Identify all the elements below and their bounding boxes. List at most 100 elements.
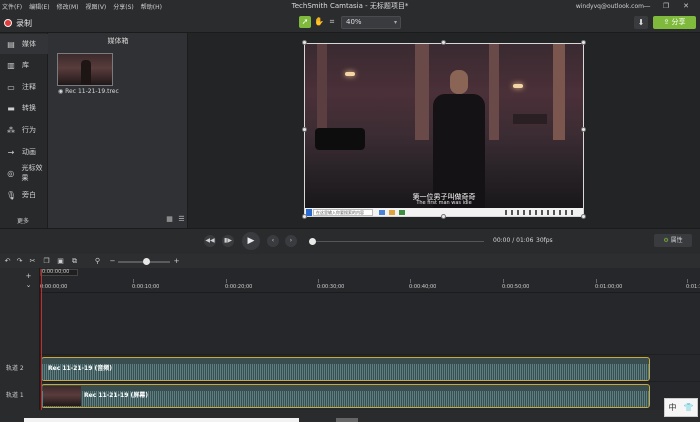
rewind-icon[interactable]: ◀◀ — [204, 235, 216, 247]
list-view-icon[interactable]: ☰ — [177, 215, 186, 224]
track-label: 轨道 2 — [6, 365, 24, 372]
animation-icon: → — [7, 147, 15, 157]
sidebar-item-voice-narration[interactable]: 🎙 旁白 — [0, 185, 48, 205]
share-button[interactable]: ⇪ 分享 — [653, 16, 696, 29]
sidebar-item-annotations[interactable]: ▭ 注释 — [0, 77, 48, 97]
close-button[interactable]: ✕ — [677, 0, 695, 13]
minimize-button[interactable]: — — [638, 0, 656, 13]
redo-icon[interactable]: ↷ — [15, 256, 24, 266]
playhead-line[interactable] — [41, 269, 42, 410]
audio-clip[interactable]: Rec 11-21-19 (音频) — [41, 357, 650, 381]
resize-handle[interactable] — [581, 214, 586, 219]
playhead-time: 0:00:00;00 — [42, 269, 70, 275]
next-icon[interactable]: › — [285, 235, 297, 247]
scrub-track[interactable] — [316, 241, 484, 242]
menu-share[interactable]: 分享(S) — [113, 2, 134, 11]
scrollbar-thumb[interactable] — [336, 418, 358, 422]
resize-handle[interactable] — [302, 127, 307, 132]
more-button[interactable]: 更多 — [17, 216, 29, 225]
grid-view-icon[interactable]: ▦ — [165, 215, 174, 224]
video-preview[interactable]: 第一位男子叫做奇奇 The first man was idle 在这里输入你要… — [304, 43, 584, 217]
sidebar-item-behaviors[interactable]: ⁂ 行为 — [0, 120, 48, 140]
ime-indicator[interactable]: 中 👕 — [664, 398, 698, 417]
maximize-button[interactable]: ❐ — [657, 0, 675, 13]
sidebar-item-transitions[interactable]: ▬ 转换 — [0, 98, 48, 118]
zoom-out-icon[interactable]: − — [108, 256, 117, 266]
sidebar-item-label: 行为 — [22, 126, 36, 134]
search-icon[interactable]: ⚲ — [93, 256, 102, 266]
chevron-down-icon: ▾ — [393, 19, 397, 26]
collapse-tracks-icon[interactable]: ⌄ — [24, 280, 33, 290]
sidebar-item-media[interactable]: ▤ 媒体 — [0, 34, 48, 54]
share-icon: ⇪ — [663, 18, 672, 26]
sidebar-item-library[interactable]: ▥ 库 — [0, 55, 48, 75]
ruler-tick: 0:00:10;00 — [132, 284, 160, 290]
share-label: 分享 — [671, 18, 686, 26]
media-thumbnail[interactable] — [57, 53, 113, 86]
menu-edit[interactable]: 编辑(E) — [29, 2, 49, 11]
resize-handle[interactable] — [441, 40, 446, 45]
resize-handle[interactable] — [441, 214, 446, 219]
pan-tool-icon[interactable]: ✋ — [313, 16, 325, 28]
undo-icon[interactable]: ↶ — [3, 256, 12, 266]
zoom-dropdown[interactable]: 40% ▾ — [341, 16, 401, 29]
play-icon[interactable]: ▶ — [242, 232, 260, 250]
sidebar-item-label: 光标效果 — [21, 164, 43, 182]
download-icon[interactable]: ⬇ — [634, 16, 648, 29]
ruler-tick: 0:00:30;00 — [317, 284, 345, 290]
scrub-handle[interactable] — [309, 238, 316, 245]
menu-modify[interactable]: 修改(M) — [57, 2, 79, 11]
timeline-zoom-handle[interactable] — [143, 258, 150, 265]
track-label: 轨道 1 — [6, 392, 24, 399]
cursor-icon: ◎ — [7, 168, 15, 178]
fps-display: 30fps — [536, 237, 553, 244]
step-back-icon[interactable]: ▮▶ — [222, 235, 234, 247]
menu-view[interactable]: 视图(V) — [85, 2, 106, 11]
sidebar-item-label: 旁白 — [22, 191, 36, 199]
properties-button[interactable]: ⚙ 属性 — [654, 234, 692, 247]
sidebar-item-label: 转换 — [22, 104, 36, 112]
cut-icon[interactable]: ✂ — [28, 256, 37, 266]
sidebar-item-cursor-effects[interactable]: ◎ 光标效果 — [0, 163, 48, 183]
crop-tool-icon[interactable]: ⌗ — [326, 16, 338, 28]
zoom-in-icon[interactable]: + — [172, 256, 181, 266]
taskbar-app-icon — [389, 210, 395, 215]
pillar — [553, 44, 565, 140]
ruler-tick: 0:00:00;00 — [40, 284, 68, 290]
previous-icon[interactable]: ‹ — [267, 235, 279, 247]
ruler-tick: 0:00:50;00 — [502, 284, 530, 290]
library-icon: ▥ — [7, 60, 15, 70]
ruler-tick: 0:00:20;00 — [225, 284, 253, 290]
paste-icon[interactable]: ▣ — [56, 256, 65, 266]
clip-thumbnail — [43, 386, 81, 406]
menu-help[interactable]: 帮助(H) — [141, 2, 162, 11]
resize-handle[interactable] — [581, 40, 586, 45]
sidebar-item-animations[interactable]: → 动画 — [0, 142, 48, 162]
resize-handle[interactable] — [302, 40, 307, 45]
scrollbar-thumb[interactable] — [24, 418, 299, 422]
pillar — [415, 44, 429, 140]
copy-icon[interactable]: ❐ — [42, 256, 51, 266]
transition-icon: ▬ — [7, 103, 15, 113]
split-icon[interactable]: ⧉ — [70, 256, 79, 266]
shirt-icon: 👕 — [683, 403, 694, 412]
resize-handle[interactable] — [302, 214, 307, 219]
account-menu[interactable]: windyvq@outlook.com — [576, 0, 644, 13]
taskbar-app-icon — [399, 210, 405, 215]
resize-handle[interactable] — [581, 127, 586, 132]
sidebar-item-label: 库 — [22, 61, 29, 69]
film-icon: ▤ — [7, 39, 15, 49]
waveform — [42, 364, 649, 380]
properties-label: 属性 — [670, 237, 683, 244]
subtitle-english: The first man was idle — [416, 200, 472, 206]
clip-label: Rec 11-21-19 (屏幕) — [84, 392, 148, 399]
screen-clip[interactable]: Rec 11-21-19 (屏幕) — [41, 384, 650, 408]
record-button[interactable]: 录制 — [4, 16, 32, 30]
select-tool-icon[interactable]: ➚ — [299, 16, 311, 28]
pillar — [317, 44, 327, 140]
sidebar-item-label: 媒体 — [22, 40, 36, 48]
menu-file[interactable]: 文件(F) — [2, 2, 22, 11]
taskbar-search: 在这里输入你要搜索的内容 — [313, 209, 373, 216]
media-clip-name: ◉ Rec 11-21-19.trec — [58, 88, 119, 95]
camtasia-window: TechSmith Camtasia - 无标题项目* 文件(F) 编辑(E) … — [0, 0, 700, 422]
